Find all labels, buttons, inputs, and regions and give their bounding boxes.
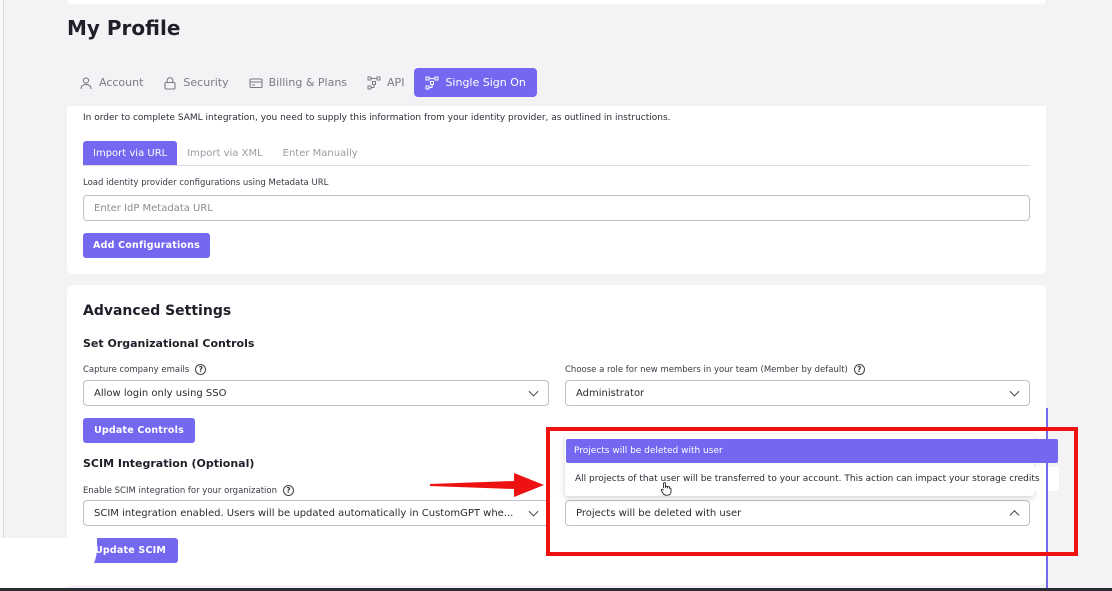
capture-emails-value: Allow login only using SSO (94, 387, 227, 399)
help-icon[interactable]: ? (282, 485, 294, 496)
help-icon[interactable]: ? (195, 364, 207, 375)
tab-account[interactable]: Account (79, 68, 153, 97)
capture-emails-label-text: Capture company emails (83, 365, 190, 375)
advanced-settings-title: Advanced Settings (83, 303, 232, 319)
member-role-label: Choose a role for new members in your te… (565, 364, 865, 375)
member-role-value: Administrator (576, 387, 645, 399)
tab-label: Security (183, 76, 229, 89)
scim-enable-label-text: Enable SCIM integration for your organiz… (83, 486, 277, 496)
scim-enable-label: Enable SCIM integration for your organiz… (83, 485, 294, 496)
update-controls-button[interactable]: Update Controls (83, 418, 195, 443)
tab-label: Single Sign On (445, 76, 526, 89)
help-icon[interactable]: ? (853, 364, 865, 375)
lock-icon (164, 76, 176, 90)
scim-title: SCIM Integration (Optional) (83, 457, 255, 470)
top-card-edge (67, 0, 1046, 4)
tab-enter-manually[interactable]: Enter Manually (273, 141, 368, 165)
sso-nodes-icon (425, 76, 439, 89)
window-left-edge (0, 0, 4, 538)
capture-emails-label: Capture company emails? (83, 364, 207, 375)
highlight-box (546, 427, 1078, 556)
tab-label: Billing & Plans (268, 76, 348, 89)
metadata-url-label: Load identity provider configurations us… (83, 178, 329, 188)
tab-security[interactable]: Security (153, 68, 238, 97)
chevron-down-icon (528, 386, 539, 397)
add-configurations-button[interactable]: Add Configurations (83, 233, 210, 258)
user-icon (80, 76, 92, 89)
tab-label: Account (99, 76, 144, 89)
metadata-url-input[interactable]: Enter IdP Metadata URL (83, 195, 1030, 221)
api-nodes-icon (367, 76, 381, 89)
chevron-down-icon (1009, 386, 1020, 397)
chevron-down-icon (528, 506, 539, 517)
profile-tabs: Account Security Billing & Plans API Sin… (79, 68, 537, 97)
member-role-select[interactable]: Administrator (565, 380, 1030, 406)
tab-api[interactable]: API (357, 68, 414, 97)
member-role-label-text: Choose a role for new members in your te… (565, 365, 848, 375)
tab-label: API (387, 76, 405, 89)
update-scim-button[interactable]: Update SCIM (83, 538, 178, 563)
page-title: My Profile (67, 16, 181, 40)
saml-card (67, 106, 1046, 274)
import-method-tabs: Import via URL Import via XML Enter Manu… (83, 141, 1030, 166)
credit-card-icon (249, 77, 263, 88)
tab-billing[interactable]: Billing & Plans (239, 68, 357, 97)
pointer-arrow-icon (430, 473, 544, 497)
tab-single-sign-on[interactable]: Single Sign On (414, 68, 537, 97)
tab-import-xml[interactable]: Import via XML (177, 141, 272, 165)
capture-emails-select[interactable]: Allow login only using SSO (83, 380, 549, 406)
scim-enable-select[interactable]: SCIM integration enabled. Users will be … (83, 500, 549, 526)
tab-import-url[interactable]: Import via URL (83, 141, 178, 165)
saml-intro-text: In order to complete SAML integration, y… (83, 113, 671, 123)
scim-enable-value: SCIM integration enabled. Users will be … (94, 507, 514, 519)
org-controls-title: Set Organizational Controls (83, 337, 255, 350)
